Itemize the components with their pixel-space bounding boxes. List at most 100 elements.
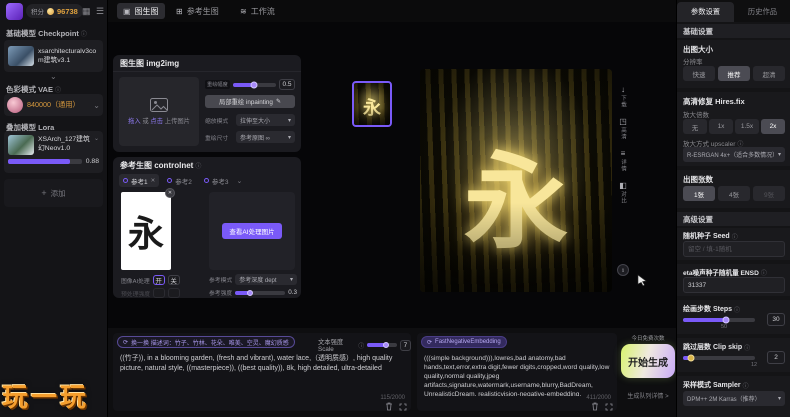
clip-skip-slider[interactable] xyxy=(683,354,755,362)
image-info-button[interactable]: i xyxy=(617,264,629,276)
generate-column: 今日免费次数 开始生成 生成队列详情 > xyxy=(621,334,675,414)
denoise-value[interactable]: 0.5 xyxy=(279,79,295,90)
resolution-fast[interactable]: 快速 xyxy=(683,66,715,81)
advanced-settings-header: 高级设置 xyxy=(677,212,790,226)
chevron-down-icon: ▾ xyxy=(287,117,291,124)
count-9[interactable]: 9张 xyxy=(753,186,785,201)
expand-icon[interactable] xyxy=(399,403,407,411)
ref-mode-row: 参考模式 参考深度 dept ▾ xyxy=(209,274,297,285)
refresh-icon: ⟳ xyxy=(123,339,129,346)
negative-embedding-chip[interactable]: ⟳ FastNegativeEmbedding xyxy=(421,336,507,348)
controlnet-tab-1[interactable]: 参考1 ✕ xyxy=(119,174,160,187)
tab-reference[interactable]: ⊞ 参考生图 xyxy=(170,3,225,19)
chevron-down-icon: ▾ xyxy=(287,134,291,141)
lora-card[interactable]: XSArch_127建筑幻Neov1.0 ⌄ 0.88 xyxy=(4,131,103,173)
img2img-panel: 图生图 img2img 拖入 或 点击 上传图片 重绘幅度 0.5 局部重绘 i… xyxy=(113,55,301,152)
positive-prompt-input[interactable]: ((竹子)), in a blooming garden, (fresh and… xyxy=(118,352,406,396)
tool-details[interactable]: ≡ 详情 xyxy=(614,149,632,177)
chevron-down-icon: ▾ xyxy=(289,277,293,283)
lora-weight-slider[interactable] xyxy=(8,159,82,164)
resolution-recommended[interactable]: 推荐 xyxy=(718,66,750,81)
chevron-down-icon[interactable]: ⌄ xyxy=(93,101,100,110)
seed-card: 随机种子 Seed ⓘ xyxy=(677,228,790,260)
size-ref-select[interactable]: 参考原图 ∞ ▾ xyxy=(236,131,295,143)
ai-on-button[interactable]: 开 xyxy=(152,275,165,285)
tool-hires[interactable]: ◳ 高清 xyxy=(614,117,632,145)
resolution-uhd[interactable]: 超清 xyxy=(753,66,785,81)
info-icon: ⓘ xyxy=(195,163,202,170)
prompt-suggestion-chip[interactable]: ⟳ 换一换 描述词：竹子、竹林、花朵、唯美、空灵、魔幻质感 xyxy=(117,336,295,348)
controlnet-tab-2[interactable]: 参考2 xyxy=(163,174,196,187)
points-value: 96738 xyxy=(57,6,78,16)
scale-slider[interactable] xyxy=(367,342,397,348)
count-1[interactable]: 1张 xyxy=(683,186,715,201)
tab-history-works[interactable]: 历史作品 xyxy=(734,2,790,22)
info-icon: ⓘ xyxy=(731,234,738,241)
ai-off-button[interactable]: 关 xyxy=(167,275,180,285)
seed-input[interactable] xyxy=(683,241,785,257)
controlnet-reference-image[interactable]: 永 xyxy=(121,192,171,270)
add-lora-button[interactable]: + 添加 xyxy=(4,179,103,207)
hires-title: 高清修复 Hires.fix xyxy=(683,97,745,106)
tab-label: 图生图 xyxy=(134,6,159,16)
image-upload-icon xyxy=(150,98,168,112)
clip-skip-value[interactable]: 2 xyxy=(767,351,785,364)
queue-details-link[interactable]: 生成队列详情 > xyxy=(617,391,679,400)
generate-button[interactable]: 开始生成 xyxy=(621,344,675,378)
sampler-select[interactable]: DPM++ 2M Karras（推荐） ▾ xyxy=(683,391,785,406)
toggle-dot-icon[interactable] xyxy=(203,178,209,183)
workflow-icon: ≋ xyxy=(240,6,247,16)
negative-prompt-input[interactable]: (((simple background))),lowres,bad anato… xyxy=(422,352,612,396)
grid-menu-icon[interactable]: ▦ xyxy=(82,6,91,17)
upscale-none[interactable]: 无 xyxy=(683,119,707,134)
controlnet-tab-3[interactable]: 参考3 xyxy=(200,174,233,187)
preprocess-option-a[interactable] xyxy=(153,288,165,298)
info-icon: ⓘ xyxy=(54,88,61,94)
view-processed-button[interactable]: 查看AI处理图片 xyxy=(222,223,282,239)
chevron-down-icon[interactable]: ⌄ xyxy=(236,177,242,185)
upscale-1x[interactable]: 1x xyxy=(709,119,733,134)
resize-mode-select[interactable]: 拉伸至大小 ▾ xyxy=(236,114,295,126)
steps-label-row: 绘画步数 Steps ⓘ xyxy=(683,306,741,314)
inpaint-button[interactable]: 局部重绘 inpainting ✎ xyxy=(205,95,295,108)
close-icon[interactable]: ✕ xyxy=(151,178,156,184)
tool-compare[interactable]: ◧ 对比 xyxy=(614,181,632,209)
upscale-2x[interactable]: 2x xyxy=(761,119,785,134)
hd-icon: ◳ xyxy=(619,117,627,126)
steps-slider[interactable] xyxy=(683,316,755,324)
upload-hint: 拖入 或 点击 上传图片 xyxy=(128,118,190,125)
ref-strength-slider[interactable] xyxy=(235,289,286,296)
count-4[interactable]: 4张 xyxy=(718,186,750,201)
scale-value[interactable]: 7 xyxy=(399,339,411,351)
checkpoint-card[interactable]: xsarchitecturalv3com建筑v3.1 xyxy=(4,40,103,72)
upscale-1-5x[interactable]: 1.5x xyxy=(735,119,759,134)
preprocess-option-b[interactable] xyxy=(168,288,180,298)
tab-param-settings[interactable]: 参数设置 xyxy=(677,2,734,22)
tool-download[interactable]: ↓ 下载 xyxy=(614,85,632,113)
app-window: ▣ 图生图 ⊞ 参考生图 ≋ 工作流 积分 96738 ▦ ☰ 基础模型 Che… xyxy=(0,0,790,417)
tab-workflow[interactable]: ≋ 工作流 xyxy=(234,3,281,19)
points-badge[interactable]: 积分 96738 xyxy=(26,4,83,18)
vae-card[interactable]: 840000（通用） ⌄ xyxy=(4,94,103,116)
expand-icon[interactable] xyxy=(605,403,613,411)
ref-mode-select[interactable]: 参考深度 dept ▾ xyxy=(235,274,297,285)
coin-icon xyxy=(47,7,54,15)
chevron-down-icon[interactable]: ⌄ xyxy=(50,72,57,81)
info-icon: ⓘ xyxy=(80,32,87,38)
trash-icon[interactable] xyxy=(591,402,599,411)
ensd-input[interactable] xyxy=(683,277,785,293)
chevron-down-icon[interactable]: ⌄ xyxy=(94,135,99,142)
result-thumbnail[interactable]: 永 xyxy=(352,81,392,127)
app-logo[interactable] xyxy=(6,3,23,20)
remove-reference-button[interactable]: ✕ xyxy=(165,188,175,198)
toggle-dot-icon[interactable] xyxy=(167,178,173,183)
toggle-dot-icon[interactable] xyxy=(123,178,128,183)
result-image[interactable]: 永 xyxy=(420,69,612,292)
upscaler-select[interactable]: R-ESRGAN 4x+（适合多数情况） ▾ xyxy=(683,147,785,162)
denoise-slider[interactable] xyxy=(232,81,276,88)
hamburger-icon[interactable]: ☰ xyxy=(96,6,104,17)
upload-dropzone[interactable]: 拖入 或 点击 上传图片 xyxy=(119,77,199,146)
trash-icon[interactable] xyxy=(385,402,393,411)
tab-img2img[interactable]: ▣ 图生图 xyxy=(117,3,165,19)
steps-value[interactable]: 30 xyxy=(767,313,785,326)
